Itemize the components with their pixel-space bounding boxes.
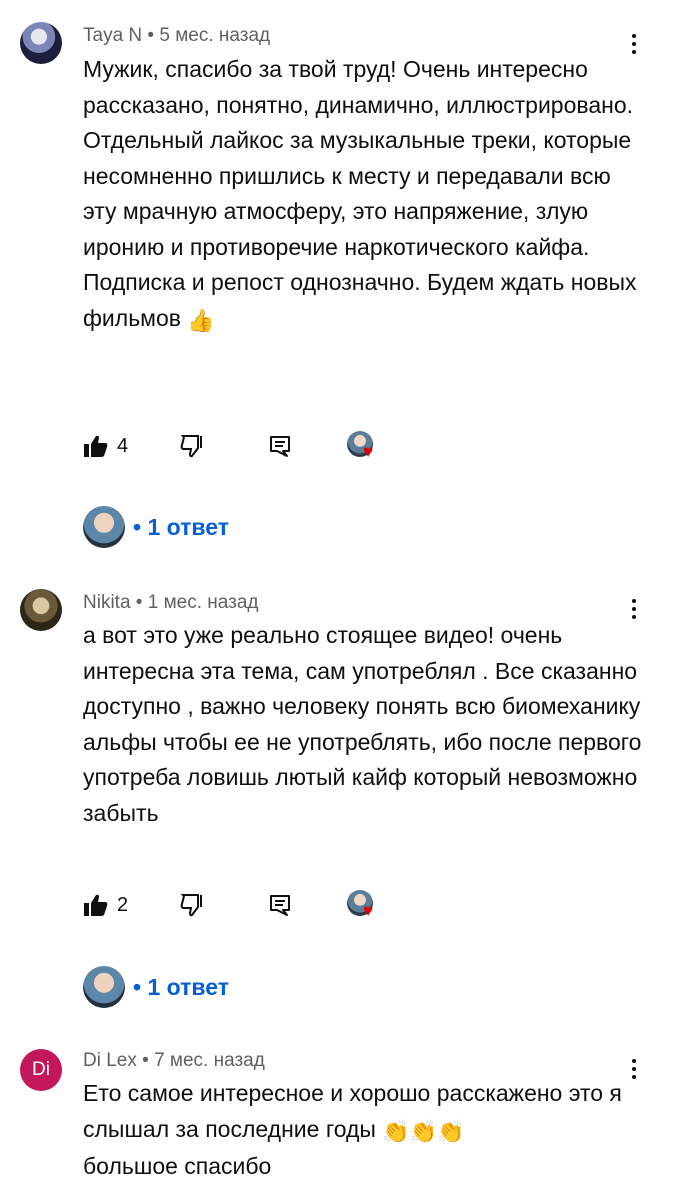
avatar[interactable]: [20, 589, 62, 631]
avatar[interactable]: [20, 22, 62, 64]
thumbs-down-icon: [180, 894, 202, 917]
meta-separator: •: [135, 592, 143, 613]
thumbs-down-icon: [180, 435, 202, 458]
comment-time[interactable]: 1 мес. назад: [148, 592, 259, 613]
creator-heart-badge: ♥: [347, 431, 381, 461]
thumbs-up-icon: [84, 435, 108, 457]
replies-count: • 1 ответ: [133, 513, 229, 540]
meta-separator: •: [147, 25, 155, 46]
comment-text-extra: Подписка и репост однозначно. Будем ждат…: [83, 269, 637, 331]
comment-actions: 2 ♥: [83, 890, 403, 920]
reply-avatar: [83, 966, 125, 1008]
reply-icon: [270, 436, 290, 457]
like-count: 4: [117, 434, 129, 457]
comment-text-extra: большое спасибо: [83, 1153, 272, 1179]
thumbs-up-emoji: 👍: [187, 307, 215, 333]
dislike-button[interactable]: [180, 890, 206, 920]
replies-count: • 1 ответ: [133, 973, 229, 1000]
comment-actions: 4 ♥: [83, 431, 403, 461]
like-button[interactable]: 4: [83, 431, 128, 461]
avatar[interactable]: Di: [20, 1049, 62, 1091]
comment-meta: Taya N • 5 мес. назад: [83, 25, 270, 47]
thumbs-up-icon: [84, 894, 108, 916]
reply-button[interactable]: [269, 890, 291, 920]
comment-text: Ето самое интересное и хорошо расскажено…: [83, 1076, 643, 1185]
view-replies-button[interactable]: • 1 ответ: [83, 506, 229, 548]
like-button[interactable]: 2: [83, 890, 128, 920]
comment-text: а вот это уже реально стоящее видео! оче…: [83, 618, 643, 831]
comment-meta: Nikita • 1 мес. назад: [83, 592, 258, 614]
comment-time[interactable]: 7 мес. назад: [154, 1050, 265, 1071]
like-count: 2: [117, 893, 129, 916]
avatar-initials: Di: [32, 1059, 50, 1080]
author-name[interactable]: Di Lex: [83, 1050, 137, 1071]
reply-avatar: [83, 506, 125, 548]
comment-text: Мужик, спасибо за твой труд! Очень интер…: [83, 52, 643, 338]
comment-text-main: Ето самое интересное и хорошо расскажено…: [83, 1080, 622, 1142]
reply-button[interactable]: [269, 431, 291, 461]
comment-text-main: а вот это уже реально стоящее видео! оче…: [83, 622, 642, 826]
heart-icon: ♥: [363, 901, 374, 920]
heart-icon: ♥: [363, 442, 374, 461]
comment-meta: Di Lex • 7 мес. назад: [83, 1050, 265, 1072]
reply-icon: [270, 895, 290, 916]
author-name[interactable]: Taya N: [83, 25, 142, 46]
clapping-emoji: 👏👏👏: [382, 1118, 465, 1144]
comment-time[interactable]: 5 мес. назад: [159, 25, 270, 46]
view-replies-button[interactable]: • 1 ответ: [83, 966, 229, 1008]
comment-text-main: Мужик, спасибо за твой труд! Очень интер…: [83, 56, 634, 260]
author-name[interactable]: Nikita: [83, 592, 131, 613]
creator-heart-badge: ♥: [347, 890, 381, 920]
meta-separator: •: [142, 1050, 149, 1071]
dislike-button[interactable]: [180, 431, 206, 461]
